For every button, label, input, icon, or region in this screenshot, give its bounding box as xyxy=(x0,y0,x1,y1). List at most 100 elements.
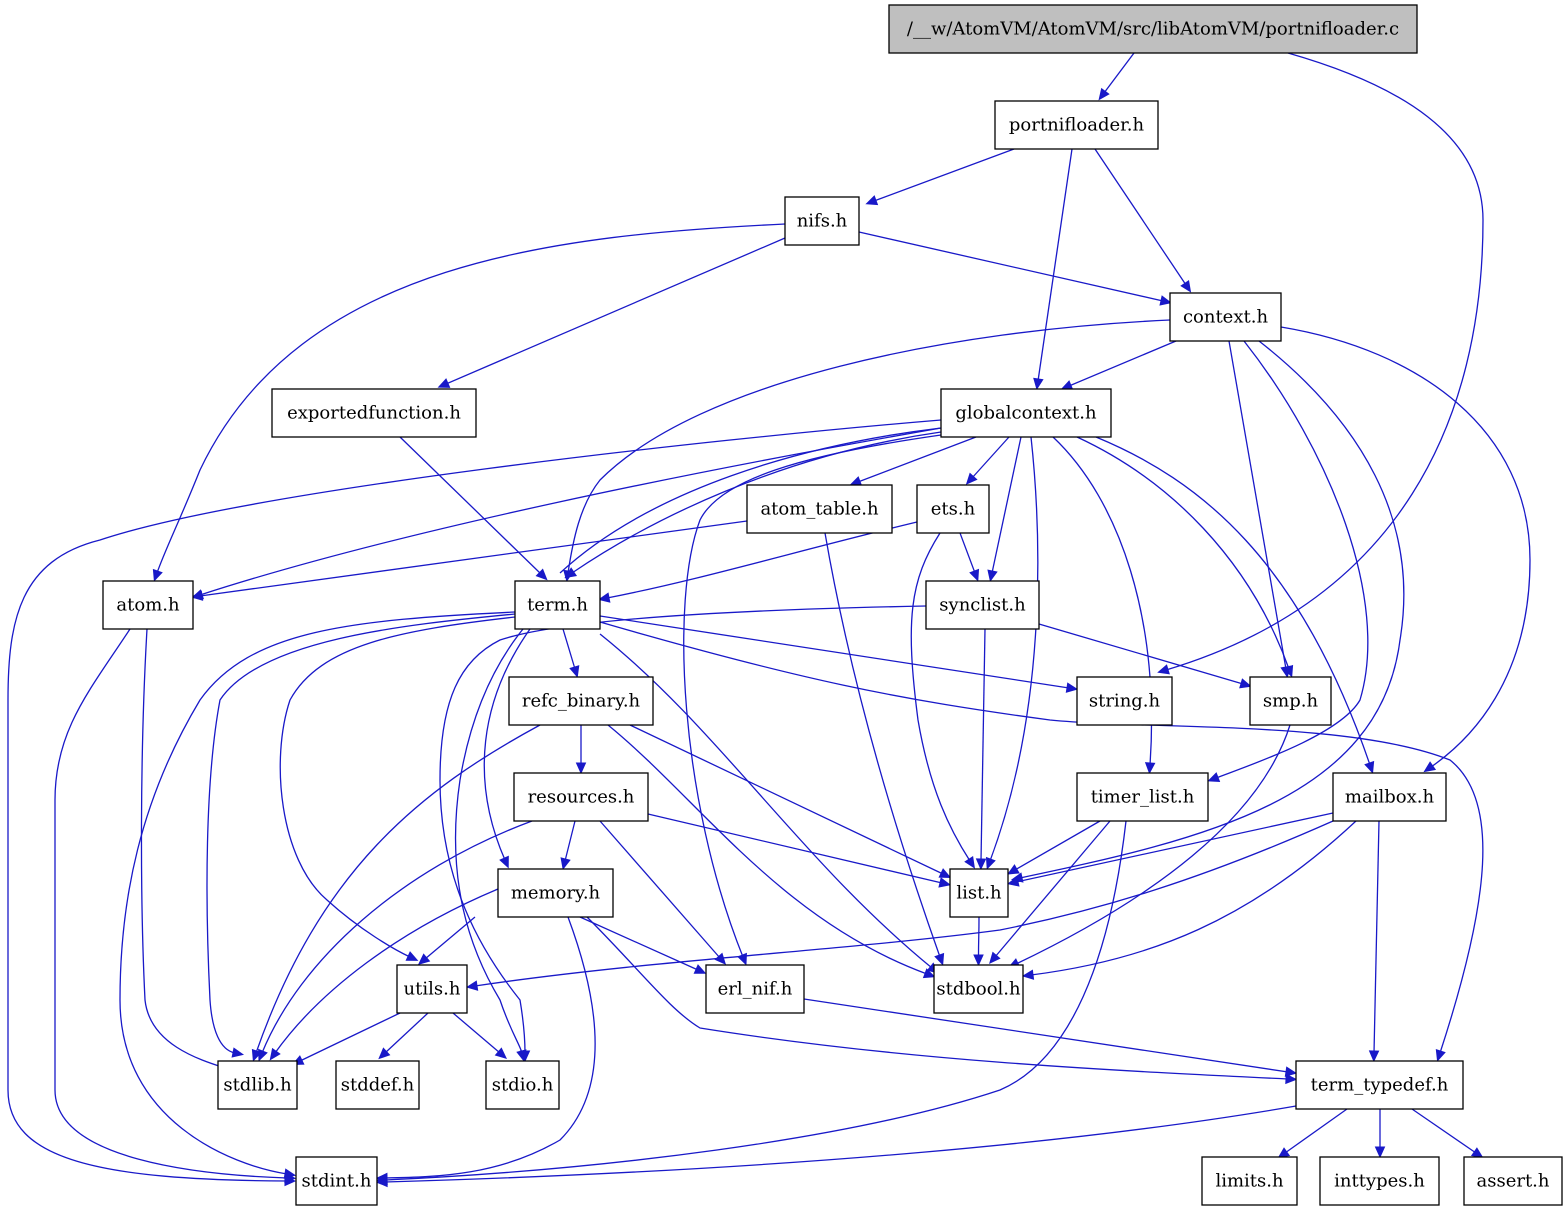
node-label: ets.h xyxy=(931,499,976,520)
node-stdint-h[interactable]: stdint.h xyxy=(295,1156,378,1206)
edge-resources-h-to-erl-nif-h xyxy=(599,820,721,959)
edge-globalcontext-h-to-synclist-h xyxy=(991,436,1022,574)
edge-portnifloader-c-to-string-h-arrowhead xyxy=(1157,664,1170,675)
node-stdbool-h[interactable]: stdbool.h xyxy=(933,964,1024,1014)
edge-term-h-to-utils-h xyxy=(279,616,516,958)
edge-memory-h-to-erl-nif-h-arrowhead xyxy=(693,964,707,974)
edge-utils-h-to-stdio-h xyxy=(452,1012,501,1054)
node-portnifloader-c[interactable]: /__w/AtomVM/AtomVM/src/libAtomVM/portnif… xyxy=(888,4,1418,54)
edge-portnifloader-h-to-nifs-h-arrowhead xyxy=(865,195,879,206)
edge-utils-h-to-stddef-h xyxy=(384,1012,429,1054)
node-ets-h[interactable]: ets.h xyxy=(916,484,990,534)
edge-synclist-h-to-list-h-arrowhead xyxy=(975,858,987,871)
edge-resources-h-to-stdlib-h xyxy=(261,820,533,1054)
node-label: exportedfunction.h xyxy=(287,403,461,424)
node-label: context.h xyxy=(1183,307,1269,328)
edge-term-h-to-term-typedef-h-arrowhead xyxy=(1435,1048,1446,1062)
edge-mailbox-h-to-stdbool-h-arrowhead xyxy=(1021,969,1035,980)
node-timer-list-h[interactable]: timer_list.h xyxy=(1076,772,1209,822)
node-smp-h[interactable]: smp.h xyxy=(1249,676,1332,726)
node-label: nifs.h xyxy=(797,211,848,232)
node-synclist-h[interactable]: synclist.h xyxy=(925,580,1040,630)
node-context-h[interactable]: context.h xyxy=(1169,292,1282,342)
edge-term-h-to-refc-binary-h xyxy=(562,628,576,670)
node-label: timer_list.h xyxy=(1091,787,1195,808)
node-label: limits.h xyxy=(1215,1171,1284,1192)
node-erl-nif-h[interactable]: erl_nif.h xyxy=(705,964,805,1014)
edge-term-h-to-stdint-h-arrowhead xyxy=(283,1168,297,1179)
edge-nifs-h-to-context-h xyxy=(858,231,1164,302)
node-label: refc_binary.h xyxy=(522,691,641,712)
node-memory-h[interactable]: memory.h xyxy=(497,868,614,918)
edge-resources-h-to-memory-h-arrowhead xyxy=(560,857,571,870)
edge-globalcontext-h-to-synclist-h-arrowhead xyxy=(987,569,998,583)
edge-term-typedef-h-to-assert-h xyxy=(1411,1108,1477,1154)
edge-portnifloader-h-to-globalcontext-h-arrowhead xyxy=(1033,377,1044,391)
node-label: stdlib.h xyxy=(223,1075,292,1096)
edge-portnifloader-h-to-nifs-h xyxy=(873,148,1015,202)
node-atom-table-h[interactable]: atom_table.h xyxy=(746,484,893,534)
node-label: atom_table.h xyxy=(760,499,878,520)
node-atom-h[interactable]: atom.h xyxy=(102,580,194,630)
edge-synclist-h-to-smp-h-arrowhead xyxy=(1239,678,1252,689)
node-stdlib-h[interactable]: stdlib.h xyxy=(217,1060,298,1110)
node-label: atom.h xyxy=(116,595,180,616)
edge-ets-h-to-synclist-h xyxy=(959,532,976,574)
node-utils-h[interactable]: utils.h xyxy=(396,964,468,1014)
node-refc-binary-h[interactable]: refc_binary.h xyxy=(508,676,654,726)
node-string-h[interactable]: string.h xyxy=(1076,676,1173,726)
edge-context-h-to-globalcontext-h-arrowhead xyxy=(1060,380,1074,390)
edge-memory-h-to-stdint-h xyxy=(384,916,596,1179)
node-limits-h[interactable]: limits.h xyxy=(1201,1156,1298,1206)
node-term-typedef-h[interactable]: term_typedef.h xyxy=(1295,1060,1464,1110)
node-label: string.h xyxy=(1089,691,1161,712)
node-label: stdint.h xyxy=(302,1171,372,1192)
node-label: memory.h xyxy=(511,883,601,904)
node-resources-h[interactable]: resources.h xyxy=(513,772,649,822)
edge-refc-binary-h-to-resources-h-arrowhead xyxy=(575,762,587,775)
node-exportedfunction-h[interactable]: exportedfunction.h xyxy=(271,388,477,438)
node-label: smp.h xyxy=(1263,691,1319,712)
edge-erl-nif-h-to-term-typedef-h xyxy=(803,998,1289,1073)
node-label: utils.h xyxy=(404,979,461,1000)
edge-mailbox-h-to-list-h xyxy=(1015,812,1334,883)
edge-memory-h-to-utils-h xyxy=(424,916,476,960)
node-mailbox-h[interactable]: mailbox.h xyxy=(1332,772,1447,822)
node-globalcontext-h[interactable]: globalcontext.h xyxy=(940,388,1112,438)
edge-memory-h-to-stdlib-h-arrowhead xyxy=(269,1047,281,1061)
edge-term-typedef-h-to-assert-h-arrowhead xyxy=(1470,1147,1484,1159)
node-assert-h[interactable]: assert.h xyxy=(1463,1156,1563,1206)
node-label: inttypes.h xyxy=(1334,1171,1425,1192)
node-inttypes-h[interactable]: inttypes.h xyxy=(1319,1156,1440,1206)
edge-synclist-h-to-stdio-h xyxy=(439,605,927,1054)
edge-context-h-to-timer-list-h-arrowhead xyxy=(1207,772,1221,783)
node-label: mailbox.h xyxy=(1345,787,1435,808)
node-label: list.h xyxy=(956,883,1002,904)
node-portnifloader-h[interactable]: portnifloader.h xyxy=(994,100,1159,150)
edge-nifs-h-to-atom-h-arrowhead xyxy=(152,568,163,582)
edge-mailbox-h-to-stdbool-h xyxy=(1030,820,1357,976)
edge-context-h-to-mailbox-h-arrowhead xyxy=(1423,761,1437,773)
node-nifs-h[interactable]: nifs.h xyxy=(784,196,860,246)
edge-term-typedef-h-to-inttypes-h-arrowhead xyxy=(1374,1146,1386,1159)
edge-globalcontext-h-to-list-h xyxy=(989,436,1039,862)
edge-portnifloader-h-to-context-h-arrowhead xyxy=(1180,279,1192,293)
node-stdio-h[interactable]: stdio.h xyxy=(485,1060,560,1110)
node-term-h[interactable]: term.h xyxy=(514,580,601,630)
node-label: globalcontext.h xyxy=(955,403,1097,424)
edge-globalcontext-h-to-mailbox-h-arrowhead xyxy=(1364,760,1375,774)
edge-resources-h-to-memory-h xyxy=(564,820,576,862)
edge-globalcontext-h-to-timer-list-h-arrowhead xyxy=(1144,762,1156,775)
node-label: term_typedef.h xyxy=(1311,1075,1449,1096)
node-label: erl_nif.h xyxy=(718,979,793,1000)
node-stddef-h[interactable]: stddef.h xyxy=(335,1060,420,1110)
edge-resources-h-to-stdlib-h-arrowhead xyxy=(258,1048,268,1062)
edge-term-h-to-utils-h-arrowhead xyxy=(405,951,419,961)
edge-ets-h-to-list-h-arrowhead xyxy=(964,856,975,869)
edge-resources-h-to-list-h xyxy=(647,813,943,884)
edge-smp-h-to-stdbool-h xyxy=(1015,724,1291,965)
edge-exportedfunction-h-to-term-h xyxy=(399,436,542,575)
node-list-h[interactable]: list.h xyxy=(949,868,1009,918)
edge-term-typedef-h-to-limits-h xyxy=(1284,1108,1348,1154)
node-label: synclist.h xyxy=(939,595,1026,616)
